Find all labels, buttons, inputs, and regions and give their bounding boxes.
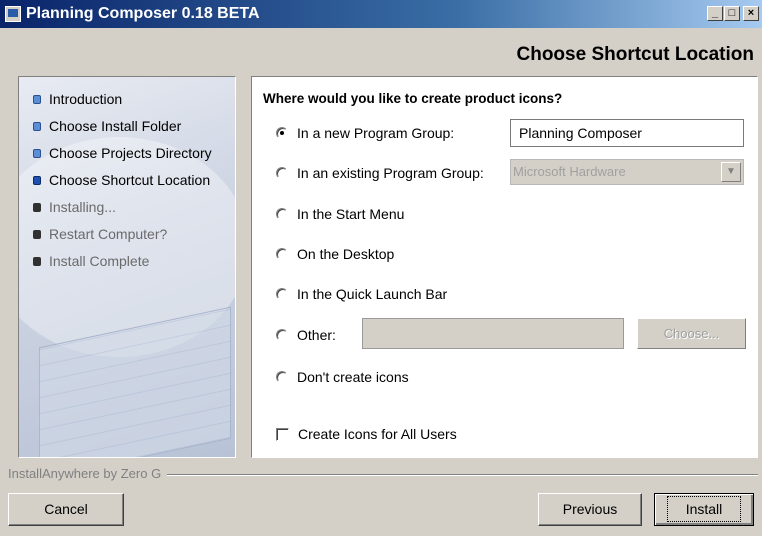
radio-new-program-group[interactable]: In a new Program Group: — [276, 123, 454, 143]
step-done-icon — [33, 149, 41, 158]
step-item: Restart Computer? — [23, 224, 212, 251]
radio-label: In a new Program Group: — [297, 125, 455, 141]
step-label: Install Complete — [49, 253, 150, 269]
radio-button[interactable] — [276, 329, 288, 342]
step-pending-icon — [33, 230, 41, 239]
app-icon — [5, 6, 21, 22]
steps-panel: Introduction Choose Install Folder Choos… — [18, 76, 236, 458]
radio-dont-create-icons[interactable]: Don't create icons — [276, 367, 409, 387]
radio-button[interactable] — [276, 167, 288, 180]
checkbox-label: Create Icons for All Users — [298, 426, 457, 442]
radio-quick-launch[interactable]: In the Quick Launch Bar — [276, 284, 447, 304]
radio-button[interactable] — [276, 288, 288, 301]
step-item-current: Choose Shortcut Location — [23, 170, 212, 197]
radio-button[interactable] — [276, 371, 288, 384]
choose-button: Choose... — [637, 318, 746, 349]
step-item: Introduction — [23, 89, 212, 116]
new-program-group-input[interactable]: Planning Composer — [510, 119, 744, 147]
radio-button[interactable] — [276, 248, 288, 261]
step-current-icon — [33, 176, 41, 185]
install-button[interactable]: Install — [654, 493, 754, 526]
close-button[interactable]: × — [743, 6, 759, 21]
step-label: Introduction — [49, 91, 123, 107]
radio-existing-program-group[interactable]: In an existing Program Group: — [276, 163, 484, 183]
step-pending-icon — [33, 203, 41, 212]
all-users-checkbox-row[interactable]: Create Icons for All Users — [276, 424, 457, 444]
radio-label: Other: — [297, 327, 336, 343]
maximize-icon: □ — [728, 7, 736, 19]
radio-label: On the Desktop — [297, 246, 395, 262]
close-icon: × — [747, 7, 755, 19]
radio-label: In the Quick Launch Bar — [297, 286, 448, 302]
brand-separator: InstallAnywhere by Zero G — [8, 466, 758, 482]
radio-button-selected[interactable] — [276, 127, 288, 140]
maximize-button[interactable]: □ — [724, 6, 740, 21]
brand-label: InstallAnywhere by Zero G — [8, 466, 168, 481]
step-list: Introduction Choose Install Folder Choos… — [23, 89, 212, 278]
cancel-button[interactable]: Cancel — [8, 493, 124, 526]
page-title: Choose Shortcut Location — [516, 44, 755, 65]
radio-label: Don't create icons — [297, 369, 409, 385]
step-item: Choose Projects Directory — [23, 143, 212, 170]
question-heading: Where would you like to create product i… — [263, 91, 563, 106]
step-label: Installing... — [49, 199, 116, 215]
step-label: Choose Projects Directory — [49, 145, 212, 161]
all-users-checkbox[interactable] — [276, 427, 289, 441]
step-label: Choose Install Folder — [49, 118, 182, 134]
shortcut-options-panel: Where would you like to create product i… — [251, 76, 758, 458]
minimize-icon: _ — [711, 7, 719, 19]
select-value: Microsoft Hardware — [513, 164, 626, 179]
step-item: Installing... — [23, 197, 212, 224]
radio-button[interactable] — [276, 208, 288, 221]
window-title: Planning Composer 0.18 BETA — [26, 5, 260, 22]
radio-start-menu[interactable]: In the Start Menu — [276, 204, 404, 224]
step-item: Choose Install Folder — [23, 116, 212, 143]
radio-label: In an existing Program Group: — [297, 165, 484, 181]
chevron-down-icon: ▼ — [721, 162, 741, 182]
step-done-icon — [33, 122, 41, 131]
minimize-button[interactable]: _ — [707, 6, 723, 21]
step-pending-icon — [33, 257, 41, 266]
install-button-label: Install — [666, 496, 742, 522]
installer-window: Planning Composer 0.18 BETA _ □ × Choose… — [0, 0, 762, 536]
radio-other[interactable]: Other: — [276, 325, 336, 345]
step-done-icon — [33, 95, 41, 104]
title-bar[interactable]: Planning Composer 0.18 BETA _ □ × — [0, 0, 762, 28]
step-label: Restart Computer? — [49, 226, 168, 242]
step-label: Choose Shortcut Location — [49, 172, 211, 188]
radio-desktop[interactable]: On the Desktop — [276, 244, 394, 264]
other-location-input — [362, 318, 624, 349]
existing-program-group-select: Microsoft Hardware ▼ — [510, 159, 744, 185]
radio-label: In the Start Menu — [297, 206, 405, 222]
previous-button[interactable]: Previous — [538, 493, 642, 526]
step-item: Install Complete — [23, 251, 212, 278]
